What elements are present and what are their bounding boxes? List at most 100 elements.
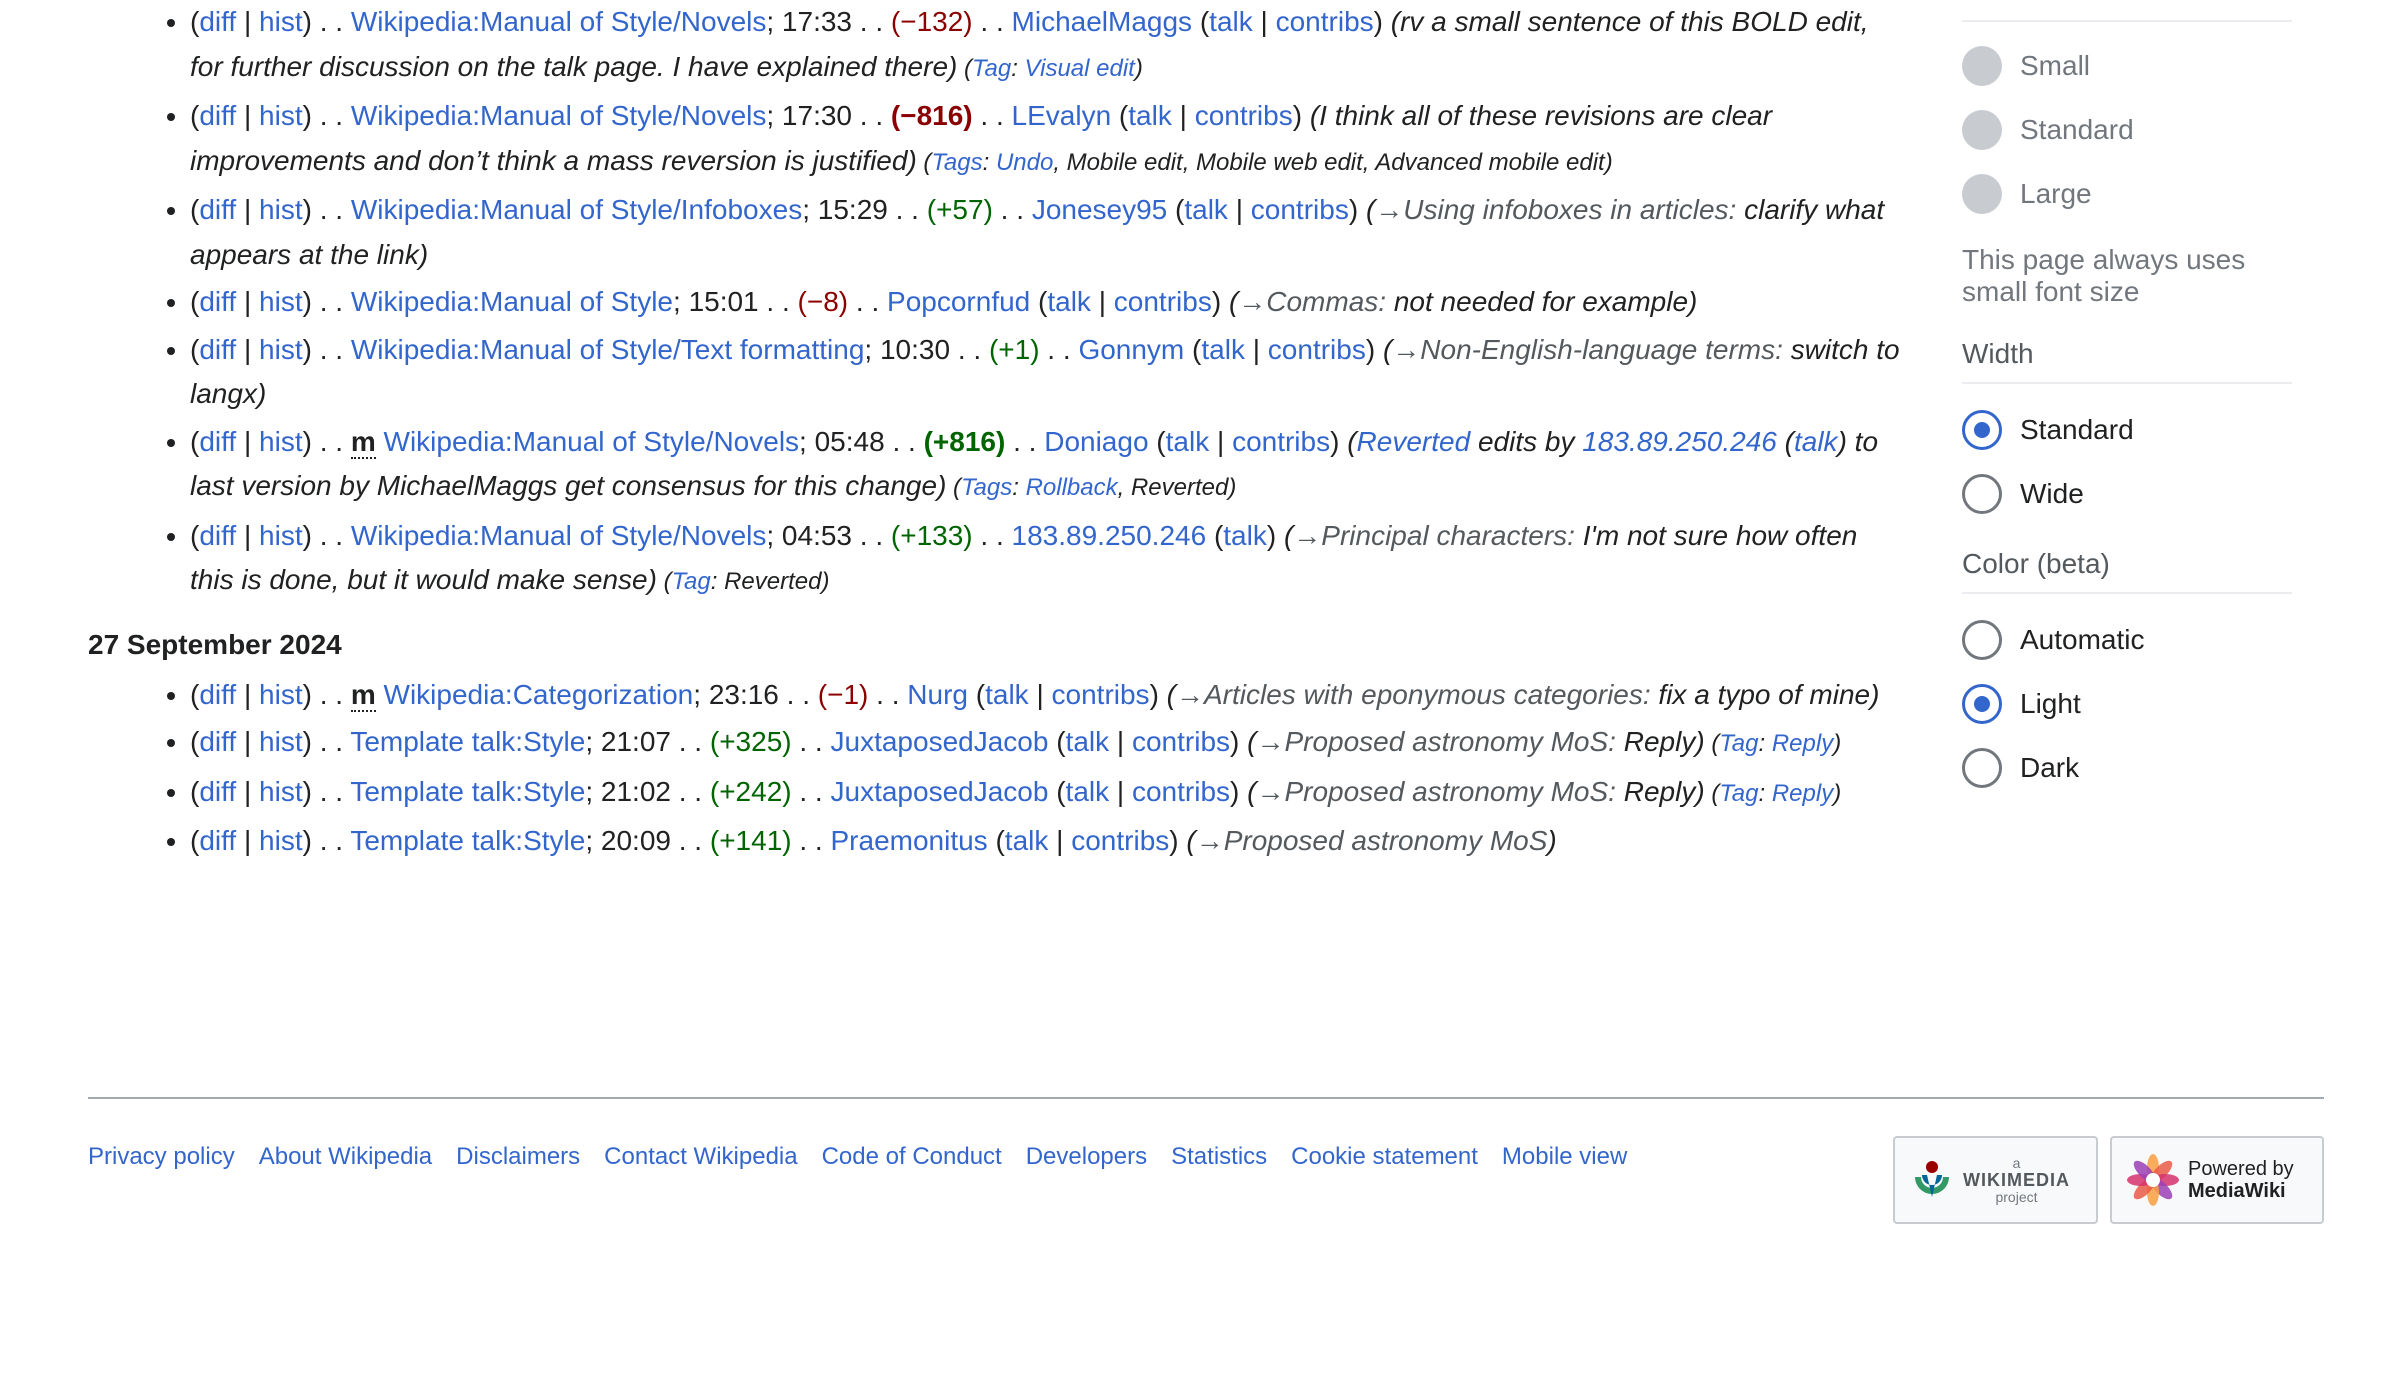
section-autocomment[interactable]: →Proposed astronomy MoS: — [1256, 776, 1616, 807]
page-link[interactable]: Template talk:Style — [350, 776, 585, 807]
section-autocomment[interactable]: →Articles with eponymous categories: — [1176, 679, 1651, 710]
user-talk-link[interactable]: talk — [1223, 520, 1267, 551]
footer-link-statistics[interactable]: Statistics — [1171, 1143, 1267, 1171]
page-link[interactable]: Template talk:Style — [350, 825, 585, 856]
footer-link-developers[interactable]: Developers — [1026, 1143, 1147, 1171]
diff-link[interactable]: diff — [199, 6, 236, 37]
section-autocomment[interactable]: →Proposed astronomy MoS — [1196, 825, 1548, 856]
hist-link[interactable]: hist — [259, 286, 303, 317]
hist-link[interactable]: hist — [259, 679, 303, 710]
radio-button[interactable] — [1962, 684, 2002, 724]
user-link[interactable]: Doniago — [1044, 426, 1148, 457]
tags-help-link[interactable]: Tag — [972, 55, 1011, 82]
user-talk-link[interactable]: talk — [1201, 334, 1245, 365]
footer-link-about-wikipedia[interactable]: About Wikipedia — [259, 1143, 432, 1171]
page-link[interactable]: Template talk:Style — [350, 726, 585, 757]
user-link[interactable]: Praemonitus — [831, 825, 988, 856]
mediawiki-badge[interactable]: Powered by MediaWiki — [2110, 1136, 2324, 1224]
diff-link[interactable]: diff — [199, 825, 236, 856]
section-autocomment[interactable]: →Commas: — [1238, 286, 1386, 317]
hist-link[interactable]: hist — [259, 726, 303, 757]
hist-link[interactable]: hist — [259, 426, 303, 457]
user-contribs-link[interactable]: contribs — [1132, 726, 1230, 757]
footer-link-cookie-statement[interactable]: Cookie statement — [1291, 1143, 1478, 1171]
reverted-user-talk-link[interactable]: talk — [1794, 426, 1838, 457]
tag-link[interactable]: Visual edit — [1025, 55, 1135, 82]
user-contribs-link[interactable]: contribs — [1276, 6, 1374, 37]
section-autocomment[interactable]: →Using infoboxes in articles: — [1375, 194, 1736, 225]
diff-link[interactable]: diff — [199, 776, 236, 807]
user-talk-link[interactable]: talk — [1047, 286, 1091, 317]
reverted-link[interactable]: Reverted — [1357, 426, 1471, 457]
user-contribs-link[interactable]: contribs — [1052, 679, 1150, 710]
user-talk-link[interactable]: talk — [1066, 726, 1110, 757]
radio-button[interactable] — [1962, 748, 2002, 788]
user-contribs-link[interactable]: contribs — [1195, 100, 1293, 131]
footer-link-disclaimers[interactable]: Disclaimers — [456, 1143, 580, 1171]
tags-help-link[interactable]: Tags — [931, 149, 982, 176]
user-contribs-link[interactable]: contribs — [1232, 426, 1330, 457]
footer-link-contact-wikipedia[interactable]: Contact Wikipedia — [604, 1143, 797, 1171]
page-link[interactable]: Wikipedia:Manual of Style/Infoboxes — [351, 194, 802, 225]
diff-link[interactable]: diff — [199, 679, 236, 710]
reverted-user-link[interactable]: 183.89.250.246 — [1582, 426, 1777, 457]
user-link[interactable]: Nurg — [907, 679, 968, 710]
user-contribs-link[interactable]: contribs — [1114, 286, 1212, 317]
footer-link-privacy-policy[interactable]: Privacy policy — [88, 1143, 235, 1171]
user-talk-link[interactable]: talk — [1209, 6, 1253, 37]
page-link[interactable]: Wikipedia:Manual of Style/Novels — [351, 520, 767, 551]
diff-link[interactable]: diff — [199, 194, 236, 225]
wikimedia-badge[interactable]: a WIKIMEDIA project — [1893, 1136, 2098, 1224]
user-contribs-link[interactable]: contribs — [1071, 825, 1169, 856]
hist-link[interactable]: hist — [259, 825, 303, 856]
radio-button[interactable] — [1962, 410, 2002, 450]
color-option-dark[interactable]: Dark — [1962, 736, 2292, 800]
radio-button[interactable] — [1962, 474, 2002, 514]
user-contribs-link[interactable]: contribs — [1132, 776, 1230, 807]
user-talk-link[interactable]: talk — [985, 679, 1029, 710]
user-link[interactable]: JuxtaposedJacob — [831, 776, 1049, 807]
page-link[interactable]: Wikipedia:Manual of Style/Novels — [351, 100, 767, 131]
color-option-light[interactable]: Light — [1962, 672, 2292, 736]
hist-link[interactable]: hist — [259, 334, 303, 365]
hist-link[interactable]: hist — [259, 100, 303, 131]
radio-button[interactable] — [1962, 620, 2002, 660]
user-link[interactable]: MichaelMaggs — [1012, 6, 1193, 37]
user-talk-link[interactable]: talk — [1005, 825, 1049, 856]
diff-link[interactable]: diff — [199, 520, 236, 551]
user-link[interactable]: 183.89.250.246 — [1012, 520, 1207, 551]
diff-link[interactable]: diff — [199, 334, 236, 365]
section-autocomment[interactable]: →Proposed astronomy MoS: — [1256, 726, 1616, 757]
hist-link[interactable]: hist — [259, 520, 303, 551]
page-link[interactable]: Wikipedia:Categorization — [384, 679, 694, 710]
user-talk-link[interactable]: talk — [1066, 776, 1110, 807]
diff-link[interactable]: diff — [199, 286, 236, 317]
tag-link[interactable]: Undo — [996, 149, 1053, 176]
footer-link-mobile-view[interactable]: Mobile view — [1502, 1143, 1627, 1171]
page-link[interactable]: Wikipedia:Manual of Style/Novels — [384, 426, 800, 457]
page-link[interactable]: Wikipedia:Manual of Style/Novels — [351, 6, 767, 37]
diff-link[interactable]: diff — [199, 726, 236, 757]
user-link[interactable]: Popcornfud — [887, 286, 1030, 317]
user-talk-link[interactable]: talk — [1184, 194, 1228, 225]
user-talk-link[interactable]: talk — [1166, 426, 1210, 457]
user-link[interactable]: JuxtaposedJacob — [831, 726, 1049, 757]
user-link[interactable]: Jonesey95 — [1032, 194, 1167, 225]
user-contribs-link[interactable]: contribs — [1251, 194, 1349, 225]
user-link[interactable]: LEvalyn — [1012, 100, 1112, 131]
user-talk-link[interactable]: talk — [1128, 100, 1172, 131]
tags-help-link[interactable]: Tag — [1719, 730, 1758, 757]
diff-link[interactable]: diff — [199, 426, 236, 457]
tags-help-link[interactable]: Tag — [1719, 780, 1758, 807]
user-link[interactable]: Gonnym — [1078, 334, 1184, 365]
width-option-standard[interactable]: Standard — [1962, 398, 2292, 462]
tag-link[interactable]: Reply — [1772, 730, 1833, 757]
width-option-wide[interactable]: Wide — [1962, 462, 2292, 526]
hist-link[interactable]: hist — [259, 194, 303, 225]
tags-help-link[interactable]: Tag — [672, 568, 711, 595]
user-contribs-link[interactable]: contribs — [1268, 334, 1366, 365]
tag-link[interactable]: Rollback — [1026, 474, 1118, 501]
tag-link[interactable]: Reply — [1772, 780, 1833, 807]
tags-help-link[interactable]: Tags — [961, 474, 1012, 501]
footer-link-code-of-conduct[interactable]: Code of Conduct — [822, 1143, 1002, 1171]
